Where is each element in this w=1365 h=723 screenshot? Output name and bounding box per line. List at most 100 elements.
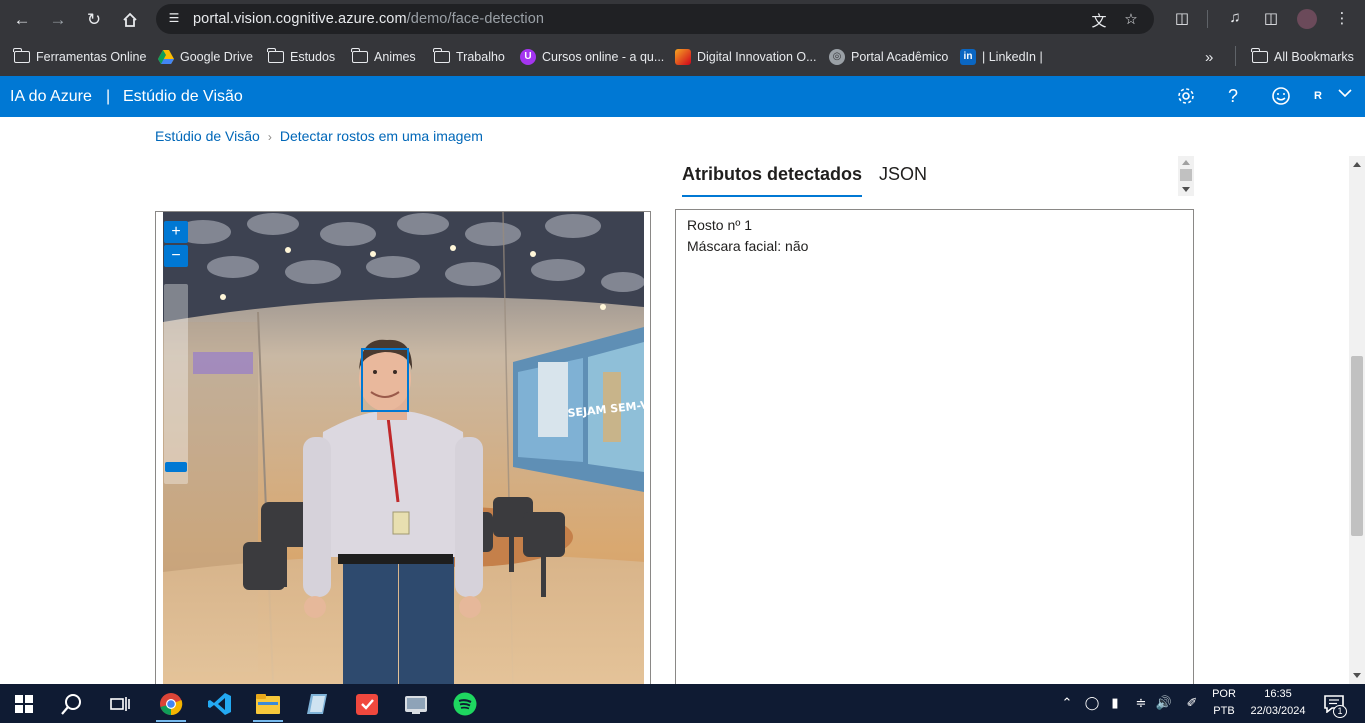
app-subtitle[interactable]: Estúdio de Visão	[123, 88, 243, 106]
zoom-in-button[interactable]: +	[164, 221, 188, 243]
spotify-icon[interactable]	[451, 690, 479, 718]
linkedin-icon: in	[960, 49, 976, 65]
vscode-icon[interactable]	[206, 690, 234, 718]
windows-start-icon[interactable]	[10, 690, 38, 718]
bookmarks-bar: Ferramentas Online Google Drive Estudos …	[0, 38, 1365, 76]
header-divider: |	[106, 88, 111, 105]
reload-icon[interactable]: ↻	[81, 7, 107, 33]
side-panel-icon[interactable]: ◫	[1261, 9, 1281, 29]
scroll-thumb[interactable]	[1180, 169, 1192, 181]
folder-icon	[13, 48, 30, 63]
chevron-right-icon: ›	[267, 130, 272, 144]
bookmark-estudos[interactable]: Estudos	[267, 48, 336, 66]
star-icon[interactable]: ☆	[1122, 10, 1140, 28]
calendar-app-icon[interactable]	[353, 690, 381, 718]
clock-date[interactable]: 22/03/2024	[1246, 705, 1310, 717]
help-icon[interactable]: ?	[1222, 86, 1244, 108]
folder-icon	[433, 48, 450, 63]
bookmark-google-drive[interactable]: Google Drive	[158, 48, 253, 66]
tab-json[interactable]: JSON	[879, 164, 927, 185]
active-app-indicator	[253, 720, 283, 722]
translate-icon[interactable]: 文	[1090, 10, 1108, 30]
folder-icon	[351, 48, 368, 63]
volume-icon[interactable]: 🔊	[1155, 695, 1173, 711]
breadcrumb-current[interactable]: Detectar rostos em uma imagem	[280, 128, 483, 144]
settings-app-icon[interactable]	[402, 690, 430, 718]
app-header: IA do Azure | Estúdio de Visão ? R	[0, 76, 1365, 117]
breadcrumb-root[interactable]: Estúdio de Visão	[155, 128, 260, 144]
scroll-up-icon[interactable]	[1353, 162, 1361, 167]
chevron-down-icon[interactable]	[1334, 84, 1356, 106]
bookmark-label: | LinkedIn |	[982, 50, 1043, 64]
toolbar-divider	[1207, 10, 1208, 28]
bookmark-label: Animes	[374, 50, 416, 64]
scroll-down-icon[interactable]	[1353, 673, 1361, 678]
bookmark-label: Portal Acadêmico	[851, 50, 949, 64]
address-bar[interactable]: ☰ portal.vision.cognitive.azure.com/demo…	[156, 4, 1154, 34]
chrome-icon[interactable]	[157, 690, 185, 718]
bookmark-trabalho[interactable]: Trabalho	[433, 48, 505, 66]
google-drive-icon	[158, 50, 174, 64]
face-mask-attribute: Máscara facial: não	[687, 238, 809, 254]
breadcrumb: Estúdio de Visão › Detectar rostos em uma …	[155, 128, 483, 144]
search-icon[interactable]	[58, 690, 86, 718]
language-indicator[interactable]: POR	[1210, 688, 1238, 700]
task-view-icon[interactable]	[106, 690, 134, 718]
bookmark-udemy[interactable]: U Cursos online - a qu...	[520, 48, 664, 66]
profile-avatar-icon[interactable]	[1297, 9, 1317, 29]
media-control-icon[interactable]: ♫	[1225, 9, 1245, 29]
forward-icon[interactable]: →	[45, 7, 71, 33]
extensions-icon[interactable]: ◫	[1172, 9, 1192, 29]
bookmark-linkedin[interactable]: in | LinkedIn |	[960, 48, 1043, 66]
page-scrollbar[interactable]	[1349, 156, 1365, 684]
face-number-label: Rosto nº 1	[687, 217, 753, 233]
all-bookmarks[interactable]: All Bookmarks	[1251, 48, 1354, 66]
zoom-slider-track[interactable]	[164, 284, 188, 484]
home-icon[interactable]	[117, 7, 143, 33]
windows-taskbar: ⌃ ◯ ▮ ≑ 🔊 ✐ POR PTB 16:35 22/03/2024 1	[0, 684, 1365, 723]
bookmark-label: Cursos online - a qu...	[542, 50, 665, 64]
feedback-smiley-icon[interactable]	[1270, 86, 1292, 108]
browser-toolbar: ← → ↻ ☰ portal.vision.cognitive.azure.co…	[0, 0, 1365, 38]
battery-icon[interactable]: ▮	[1106, 695, 1124, 711]
scroll-up-icon[interactable]	[1182, 160, 1190, 165]
clock-time[interactable]: 16:35	[1246, 688, 1310, 700]
scroll-thumb[interactable]	[1351, 356, 1363, 536]
bookmarks-divider	[1235, 46, 1236, 66]
site-info-icon[interactable]: ☰	[166, 11, 182, 27]
bookmark-label: Digital Innovation O...	[697, 50, 817, 64]
tabs-scrollbar[interactable]	[1178, 156, 1194, 196]
zoom-out-button[interactable]: −	[164, 245, 188, 267]
meet-now-icon[interactable]: ◯	[1083, 695, 1101, 711]
pen-icon[interactable]: ✐	[1183, 695, 1201, 711]
zoom-slider-handle[interactable]	[165, 462, 187, 472]
udemy-icon: U	[520, 49, 536, 65]
show-hidden-icons-chevron-up-icon[interactable]: ⌃	[1058, 695, 1076, 711]
wifi-icon[interactable]: ≑	[1132, 695, 1150, 711]
face-detection-photo[interactable]: SEJAM SEM-V	[163, 212, 644, 690]
user-initial[interactable]: R	[1314, 90, 1322, 102]
globe-icon: ◎	[829, 49, 845, 65]
active-app-indicator	[156, 720, 186, 722]
bookmark-portal-academico[interactable]: ◎ Portal Acadêmico	[829, 48, 948, 66]
folder-icon	[1251, 48, 1268, 63]
image-viewer: SEJAM SEM-V	[155, 211, 651, 691]
bookmark-animes[interactable]: Animes	[351, 48, 416, 66]
file-explorer-icon[interactable]	[254, 690, 282, 718]
bookmark-dio[interactable]: Digital Innovation O...	[675, 48, 817, 66]
bookmark-ferramentas-online[interactable]: Ferramentas Online	[13, 48, 146, 66]
more-bookmarks-icon[interactable]: »	[1205, 48, 1213, 66]
notification-count-badge: 1	[1333, 705, 1347, 718]
app-title[interactable]: IA do Azure	[10, 88, 92, 106]
notes-app-icon[interactable]	[303, 690, 331, 718]
chrome-menu-icon[interactable]: ⋮	[1332, 9, 1352, 29]
settings-gear-icon[interactable]	[1175, 86, 1197, 108]
url-text[interactable]: portal.vision.cognitive.azure.com/demo/f…	[193, 11, 544, 27]
dio-icon	[675, 49, 691, 65]
keyboard-layout-indicator[interactable]: PTB	[1210, 705, 1238, 717]
scroll-down-icon[interactable]	[1182, 187, 1190, 192]
bookmark-label: Trabalho	[456, 50, 505, 64]
tab-detected-attributes[interactable]: Atributos detectados	[682, 164, 863, 197]
back-icon[interactable]: ←	[9, 7, 35, 33]
bookmark-label: Estudos	[290, 50, 336, 64]
